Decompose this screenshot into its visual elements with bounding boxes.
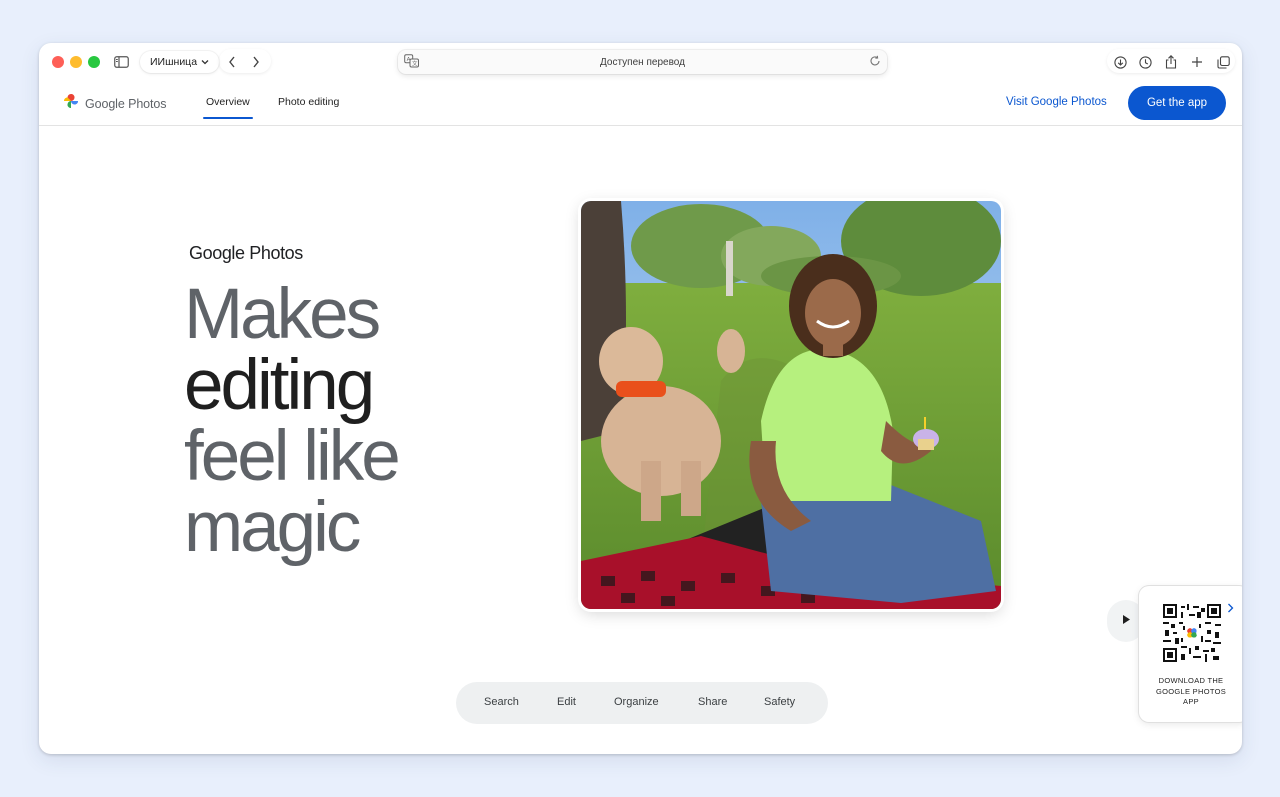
translate-icon[interactable]: A文 <box>404 54 420 71</box>
qr-download-card[interactable]: DOWNLOAD THE GOOGLE PHOTOS APP <box>1139 586 1242 722</box>
sidebar-icon[interactable] <box>110 51 132 73</box>
qr-text-line-3: APP <box>1183 697 1199 706</box>
browser-toolbar: ИИшница A文 Доступен перевод <box>39 43 1242 81</box>
plus-icon[interactable] <box>1186 51 1208 73</box>
chevron-right-icon[interactable] <box>1227 600 1234 618</box>
chevron-left-icon[interactable] <box>221 51 243 73</box>
play-icon <box>1121 612 1131 630</box>
qr-download-text: DOWNLOAD THE GOOGLE PHOTOS APP <box>1145 676 1237 708</box>
feature-share[interactable]: Share <box>698 696 727 708</box>
hero-title-line-2: editing <box>184 346 375 425</box>
feature-organize[interactable]: Organize <box>614 696 659 708</box>
pinwheel-logo-icon <box>63 93 79 114</box>
hero-title-line-3: feel like <box>184 417 401 496</box>
zoom-window-button[interactable] <box>88 56 100 68</box>
qr-code-icon <box>1163 604 1221 662</box>
tab-overview[interactable]: Overview <box>203 96 253 119</box>
chevron-right-icon[interactable] <box>245 51 267 73</box>
download-icon[interactable] <box>1109 51 1131 73</box>
get-the-app-button[interactable]: Get the app <box>1128 86 1226 120</box>
visit-google-photos-link[interactable]: Visit Google Photos <box>1006 96 1107 108</box>
feature-edit[interactable]: Edit <box>557 696 576 708</box>
hero-title-line-1: Makes <box>184 275 381 354</box>
site-header: Google Photos Overview Photo editing Vis… <box>39 81 1242 126</box>
hero-title: Makes editing feel like magic <box>184 275 401 567</box>
qr-text-line-1: DOWNLOAD THE <box>1158 676 1224 685</box>
feature-nav: Search Edit Organize Share Safety <box>456 682 828 724</box>
svg-text:A: A <box>407 57 411 63</box>
hero-brand-wordmark: Google Photos <box>189 243 303 263</box>
address-bar[interactable]: A文 Доступен перевод <box>398 50 887 74</box>
svg-text:文: 文 <box>412 60 418 68</box>
chevron-down-icon <box>201 56 209 68</box>
profile-label: ИИшница <box>150 56 198 68</box>
google-photos-logo[interactable]: Google Photos <box>63 93 167 114</box>
address-text: Доступен перевод <box>600 56 685 68</box>
hero-photo <box>581 201 1001 609</box>
tabs-icon[interactable] <box>1212 51 1234 73</box>
reload-icon[interactable] <box>869 55 881 70</box>
logo-text: Google Photos <box>85 96 167 111</box>
hero-title-line-4: magic <box>184 488 361 567</box>
share-icon[interactable] <box>1160 51 1182 73</box>
feature-safety[interactable]: Safety <box>764 696 795 708</box>
tab-photo-editing[interactable]: Photo editing <box>278 96 339 108</box>
feature-search[interactable]: Search <box>484 696 519 708</box>
clock-icon[interactable] <box>1134 51 1156 73</box>
profile-selector[interactable]: ИИшница <box>140 51 219 73</box>
qr-text-line-2: GOOGLE PHOTOS <box>1155 686 1227 696</box>
close-window-button[interactable] <box>52 56 64 68</box>
minimize-window-button[interactable] <box>70 56 82 68</box>
browser-window: ИИшница A文 Доступен перевод Google Photo… <box>39 43 1242 754</box>
